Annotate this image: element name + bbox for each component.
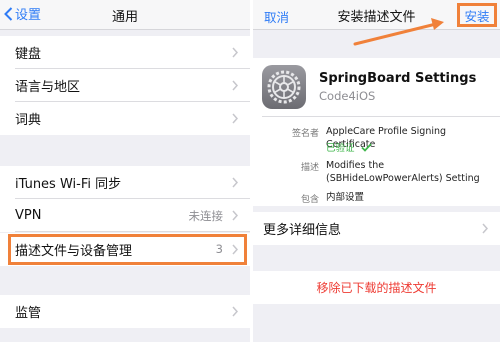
row-label: iTunes Wi-Fi 同步	[15, 177, 122, 192]
signed-by-label: 签名者	[291, 129, 319, 139]
row-label: 语言与地区	[15, 80, 81, 95]
row-label: VPN	[15, 208, 42, 223]
row-label: 词典	[15, 113, 42, 128]
chevron-right-icon	[232, 177, 238, 188]
settings-general-screen: 设置 通用 键盘 语言与地区 词典 iTunes Wi-Fi 同步 VPN 未连…	[0, 0, 250, 342]
row-keyboard[interactable]: 键盘	[0, 36, 250, 69]
profile-count: 3	[215, 242, 223, 256]
chevron-right-icon	[482, 223, 488, 234]
row-label: 键盘	[15, 47, 42, 62]
chevron-right-icon	[232, 210, 238, 221]
profile-name: SpringBoard Settings	[319, 71, 477, 86]
description-label: 描述	[300, 163, 319, 173]
row-language-region[interactable]: 语言与地区	[0, 69, 250, 102]
contains-label: 包含	[300, 195, 319, 205]
install-profile-screen: 取消 安装描述文件 安装 SpringBoard Settings Code4i…	[253, 0, 500, 342]
more-details-row[interactable]: 更多详细信息	[253, 212, 500, 245]
profile-card: SpringBoard Settings Code4iOS 签名者 AppleC…	[253, 58, 500, 206]
row-profiles-device-management[interactable]: 描述文件与设备管理 3	[0, 233, 250, 266]
remove-profile-button[interactable]: 移除已下载的描述文件	[253, 271, 500, 304]
nav-bar: 取消 安装描述文件 安装	[253, 0, 500, 30]
gear-icon	[262, 65, 306, 109]
row-label: 监管	[15, 306, 42, 321]
chevron-right-icon	[232, 113, 238, 124]
row-vpn[interactable]: VPN 未连接	[0, 199, 250, 232]
verified-label: 已验证	[326, 143, 355, 154]
chevron-right-icon	[232, 244, 238, 255]
chevron-right-icon	[232, 80, 238, 91]
row-supervision[interactable]: 监管	[0, 295, 250, 328]
checkmark-icon	[360, 142, 372, 152]
row-itunes-wifi-sync[interactable]: iTunes Wi-Fi 同步	[0, 166, 250, 199]
chevron-right-icon	[232, 47, 238, 58]
vpn-status: 未连接	[188, 209, 224, 223]
profile-org: Code4iOS	[319, 89, 376, 103]
install-label: 安装	[464, 8, 490, 24]
row-label: 描述文件与设备管理	[15, 244, 133, 259]
page-title: 通用	[111, 10, 138, 25]
card-separator	[262, 116, 500, 117]
chevron-right-icon	[232, 306, 238, 317]
description-value: Modifies the (SBHideLowPowerAlerts) Sett…	[326, 160, 480, 184]
contains-value: 内部设置	[326, 192, 365, 203]
nav-bar: 设置 通用	[0, 0, 250, 30]
row-separator	[15, 231, 250, 232]
more-details-label: 更多详细信息	[263, 223, 342, 238]
verified-status: 已验证	[326, 140, 372, 154]
install-button[interactable]: 安装	[457, 3, 497, 27]
row-dictionary[interactable]: 词典	[0, 102, 250, 135]
